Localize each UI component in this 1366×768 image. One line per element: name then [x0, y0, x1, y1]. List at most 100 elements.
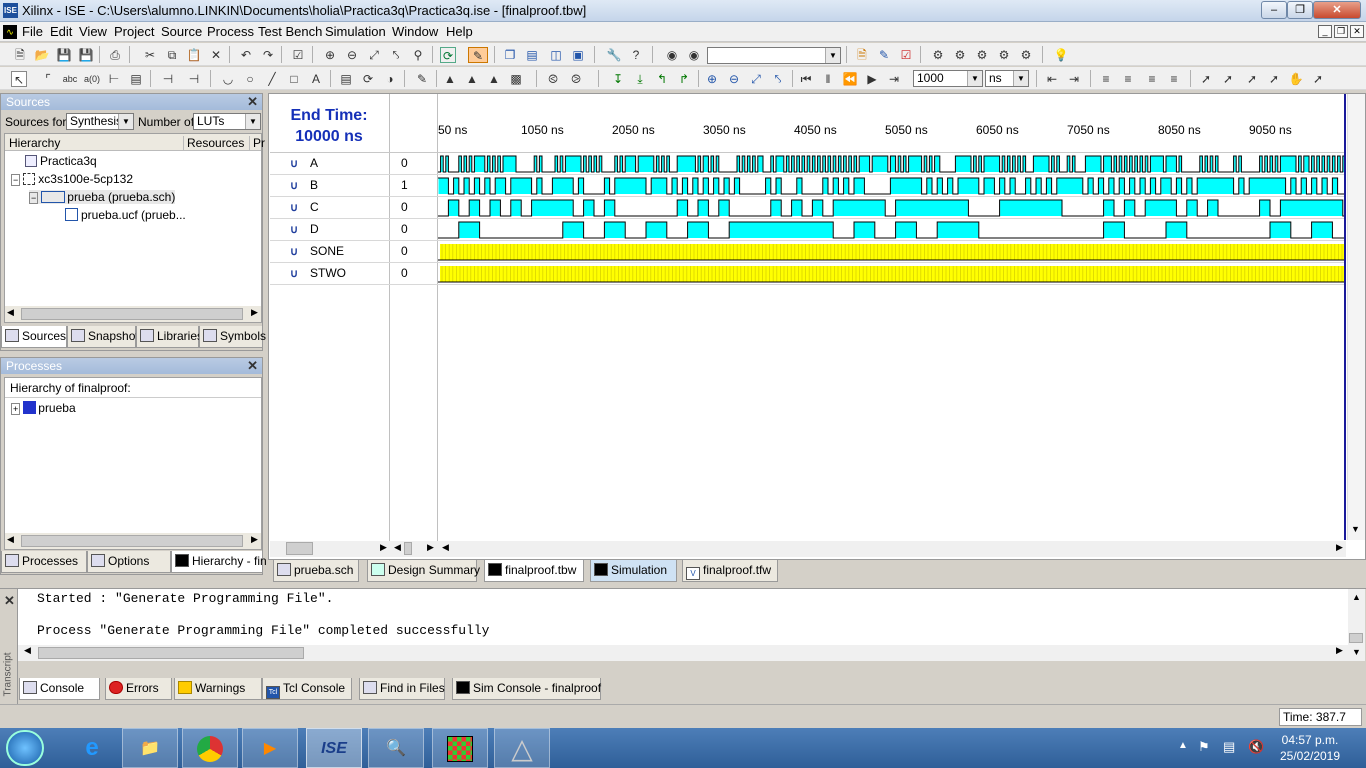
- signal-row[interactable]: ∪ A 0: [270, 153, 438, 175]
- processes-hscrollbar[interactable]: ◀ ▶: [5, 533, 261, 549]
- minimize-icon[interactable]: –: [1261, 1, 1287, 19]
- waveform-trace[interactable]: [438, 155, 1346, 175]
- chevron-down-icon[interactable]: ▼: [1013, 71, 1028, 86]
- tab-processes[interactable]: Processes: [1, 551, 87, 573]
- waveform-trace[interactable]: [438, 244, 1346, 263]
- tab-design-summary[interactable]: Design Summary: [367, 560, 480, 582]
- menu-help[interactable]: Help: [444, 24, 475, 39]
- net-name-icon[interactable]: abc: [62, 71, 78, 87]
- align-2-icon[interactable]: ≡: [1120, 71, 1136, 87]
- save-icon[interactable]: 💾: [56, 47, 72, 63]
- window-list-icon[interactable]: ▣: [570, 47, 586, 63]
- tab-find-in-files[interactable]: Find in Files: [359, 678, 445, 700]
- project-navigator-icon[interactable]: 🔍: [368, 728, 424, 768]
- rectangle-icon[interactable]: □: [286, 71, 302, 87]
- add-attribute-icon[interactable]: ▤: [338, 71, 354, 87]
- chrome-icon[interactable]: [182, 728, 238, 768]
- tab-options[interactable]: Options: [87, 551, 171, 573]
- tab-snapshot[interactable]: Snapshot: [67, 326, 139, 348]
- zoom-out-icon[interactable]: ⊖: [344, 47, 360, 63]
- align-3-icon[interactable]: ≡: [1144, 71, 1160, 87]
- close-icon[interactable]: ✕: [4, 593, 15, 609]
- undo-icon[interactable]: ↶: [238, 47, 254, 63]
- zoom-area-icon[interactable]: ⤣: [388, 47, 404, 63]
- find-in-files-icon[interactable]: ◉: [686, 47, 702, 63]
- doc-restore-icon[interactable]: ❐: [1334, 25, 1348, 38]
- menu-file[interactable]: File: [20, 24, 45, 39]
- markers-icon[interactable]: ▲: [486, 71, 502, 87]
- signal-value[interactable]: 0: [401, 244, 408, 258]
- waveform-tool-icon[interactable]: ▩: [508, 71, 524, 87]
- text-icon[interactable]: A: [308, 71, 324, 87]
- binoculars-icon[interactable]: ◉: [664, 47, 680, 63]
- signal-value[interactable]: 0: [401, 266, 408, 280]
- rewind-icon[interactable]: ⏪: [842, 71, 858, 87]
- cascade-icon[interactable]: ❐: [502, 47, 518, 63]
- pen-icon[interactable]: ✎: [414, 71, 430, 87]
- network-icon[interactable]: ▤: [1223, 739, 1235, 755]
- tool-e-icon[interactable]: ➚: [1310, 71, 1326, 87]
- chevron-down-icon[interactable]: ▼: [118, 114, 133, 129]
- edit-mode-icon[interactable]: ✎: [468, 47, 488, 63]
- paste-icon[interactable]: 📋: [186, 47, 202, 63]
- waveform-hscrollbar[interactable]: ▶ ◀ ▶ ◀ ▶: [270, 541, 1346, 557]
- close-icon[interactable]: ✕: [1313, 1, 1361, 19]
- bus-icon[interactable]: ▲: [442, 71, 458, 87]
- signal-row[interactable]: ∪ D 0: [270, 219, 438, 241]
- waveform-canvas[interactable]: [438, 153, 1346, 287]
- sources-hscrollbar[interactable]: ◀ ▶: [5, 306, 261, 322]
- signal-value[interactable]: 1: [401, 178, 408, 192]
- tray-expand-icon[interactable]: ▲: [1178, 740, 1188, 751]
- tab-finalproof-tfw[interactable]: Vfinalproof.tfw: [682, 560, 778, 582]
- tool-a-icon[interactable]: ➚: [1198, 71, 1214, 87]
- col-resources[interactable]: Resources: [183, 136, 244, 150]
- wrench-icon[interactable]: 🔧: [606, 47, 622, 63]
- tree-item-project[interactable]: Practica3q: [25, 154, 97, 168]
- chevron-down-icon[interactable]: ▼: [825, 48, 840, 63]
- signal-row[interactable]: ∪ B 1: [270, 175, 438, 197]
- tool-c-icon[interactable]: ➚: [1244, 71, 1260, 87]
- indent-left-icon[interactable]: ⇤: [1044, 71, 1060, 87]
- goto-start-icon[interactable]: ⏮: [798, 71, 814, 87]
- play-icon[interactable]: ▶: [864, 71, 880, 87]
- tab-prueba-sch[interactable]: prueba.sch: [273, 560, 359, 582]
- media-player-icon[interactable]: ▶: [242, 728, 298, 768]
- ports-icon[interactable]: ▲: [464, 71, 480, 87]
- run-for-icon[interactable]: ⇥: [886, 71, 902, 87]
- tab-tcl-console[interactable]: Tcl Tcl Console: [262, 678, 352, 700]
- internet-explorer-icon[interactable]: e: [64, 728, 120, 768]
- tab-errors[interactable]: Errors: [105, 678, 172, 700]
- col-extra[interactable]: Pr: [249, 136, 265, 150]
- line-icon[interactable]: ╱: [264, 71, 280, 87]
- zoom-in-icon[interactable]: ⊕: [322, 47, 338, 63]
- signal-row[interactable]: ∪ STWO 0: [270, 263, 438, 285]
- wire-icon[interactable]: ⌜: [40, 71, 56, 87]
- tab-sources[interactable]: Sources: [1, 326, 67, 348]
- tab-warnings[interactable]: Warnings: [174, 678, 262, 700]
- print-icon[interactable]: ⎙: [107, 47, 123, 63]
- delta-app-icon[interactable]: △: [494, 728, 550, 768]
- start-button-icon[interactable]: [6, 730, 44, 766]
- menu-view[interactable]: View: [77, 24, 109, 39]
- menu-source[interactable]: Source: [159, 24, 204, 39]
- indent-right-icon[interactable]: ⇥: [1066, 71, 1082, 87]
- close-icon[interactable]: ✕: [247, 358, 258, 374]
- wave-zoom-fit-icon[interactable]: ⤢: [748, 71, 764, 87]
- wave-zoom-out-icon[interactable]: ⊖: [726, 71, 742, 87]
- tile-v-icon[interactable]: ◫: [548, 47, 564, 63]
- process-item-prueba[interactable]: + prueba: [11, 401, 76, 415]
- flag-icon[interactable]: ⚑: [1198, 739, 1210, 755]
- clock[interactable]: 04:57 p.m. 25/02/2019: [1272, 732, 1348, 764]
- select-arrow-icon[interactable]: ↖: [11, 71, 27, 87]
- doc-close-icon[interactable]: ✕: [1350, 25, 1364, 38]
- menu-edit[interactable]: Edit: [48, 24, 74, 39]
- waveform-trace[interactable]: [438, 199, 1346, 219]
- menu-window[interactable]: Window: [390, 24, 440, 39]
- add-marker-icon[interactable]: ↧: [610, 71, 626, 87]
- cut-icon[interactable]: ✂: [142, 47, 158, 63]
- signal-row[interactable]: ∪ SONE 0: [270, 241, 438, 263]
- implement-icon[interactable]: ⚙: [930, 47, 946, 63]
- tab-finalproof-tbw[interactable]: finalproof.tbw: [484, 560, 584, 582]
- maximize-icon[interactable]: ❐: [1287, 1, 1313, 19]
- sim-time-input[interactable]: 1000 ▼: [913, 70, 983, 87]
